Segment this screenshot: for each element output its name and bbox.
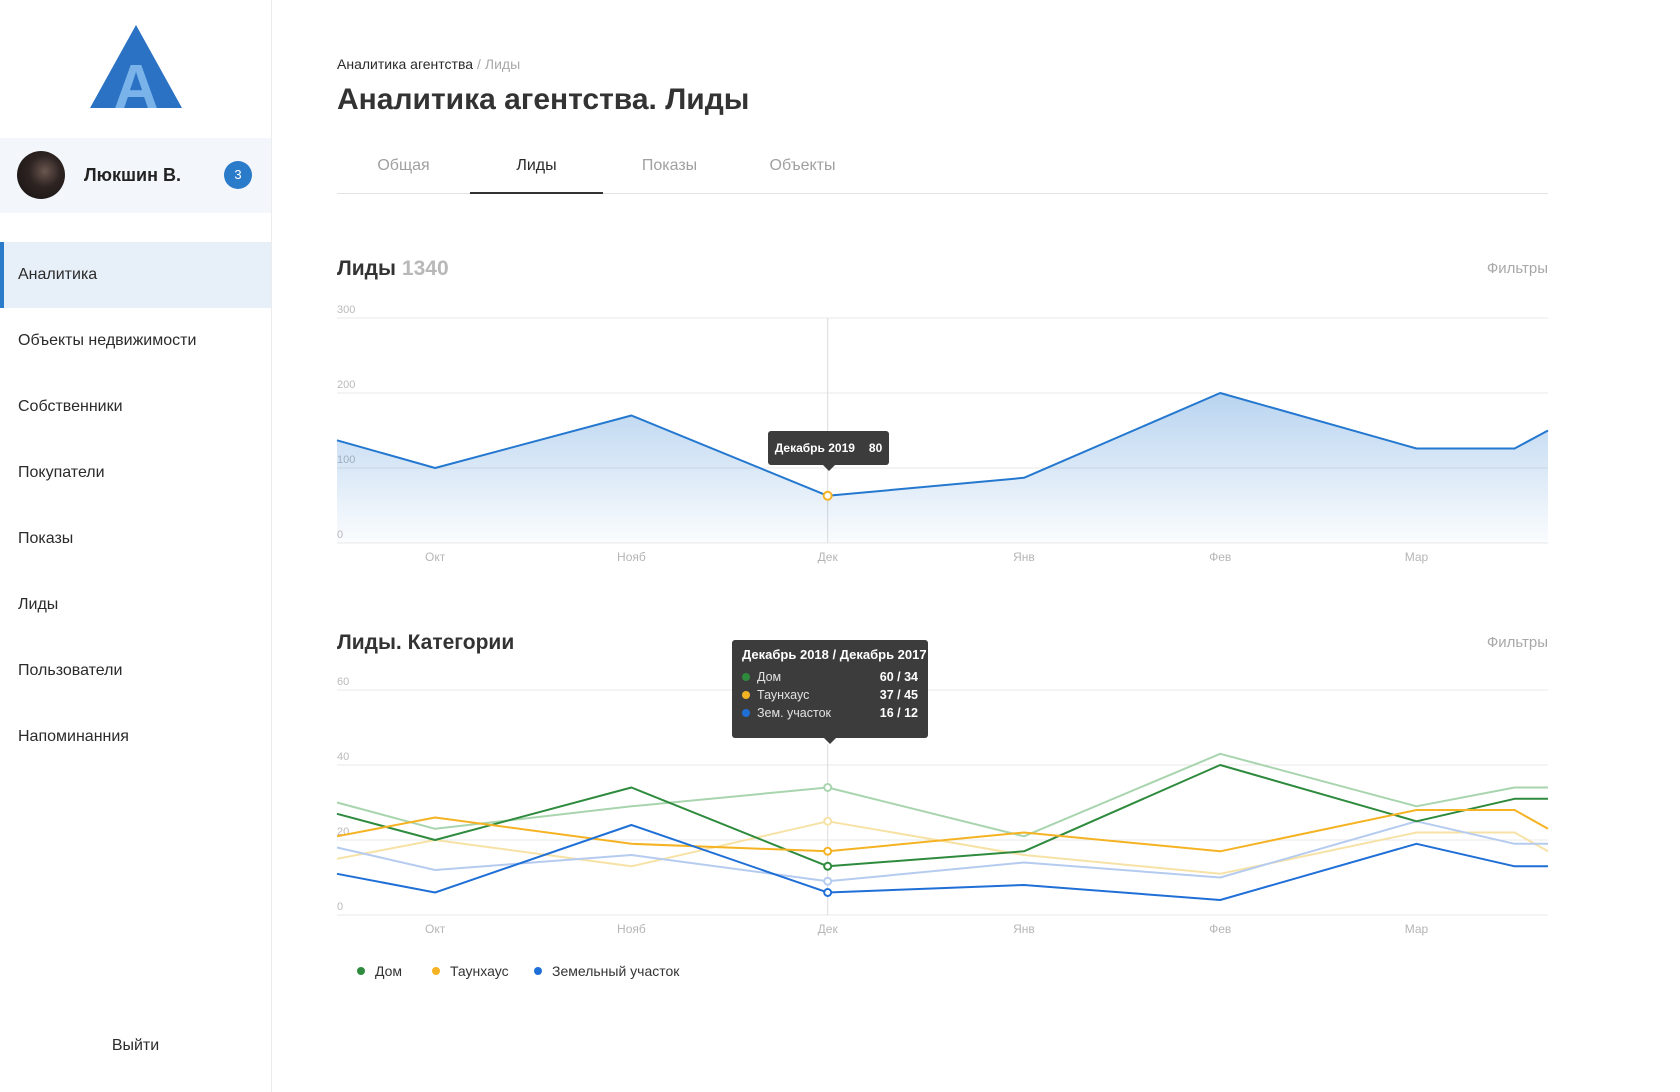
leads-chart[interactable]: 0100200300ОктНоябДекЯнвФевМар bbox=[300, 295, 1570, 580]
leads-total: 1340 bbox=[401, 257, 449, 280]
sidebar-item-leads[interactable]: Лиды bbox=[0, 572, 271, 638]
categories-tooltip-title: Декабрь 2018 / Декабрь 2017 bbox=[742, 647, 927, 662]
legend-item-house[interactable]: Дом bbox=[357, 961, 402, 981]
highlight-point-previous bbox=[823, 783, 833, 792]
breadcrumb-current: Лиды bbox=[484, 56, 521, 72]
y-tick-label: 300 bbox=[337, 304, 355, 316]
sidebar-item-owners[interactable]: Собственники bbox=[0, 374, 271, 440]
tooltip-dot bbox=[742, 673, 750, 681]
breadcrumb-separator: / bbox=[477, 56, 481, 72]
tooltip-row: Дом 60 / 34 bbox=[742, 668, 918, 686]
legend-label: Дом bbox=[375, 963, 403, 979]
x-tick-label: Янв bbox=[1013, 550, 1035, 564]
tab-bar: Общая Лиды Показы Объекты bbox=[337, 148, 1548, 194]
x-tick-label: Окт bbox=[425, 922, 446, 936]
categories-section-title: Лиды. Категории bbox=[337, 631, 515, 654]
sidebar-item-analytics[interactable]: Аналитика bbox=[0, 242, 271, 308]
highlight-point bbox=[823, 861, 833, 871]
leads-highlight-point bbox=[822, 490, 833, 501]
user-panel[interactable]: Люкшин В. 3 bbox=[0, 138, 271, 213]
legend-dot bbox=[534, 967, 542, 975]
highlight-point-previous bbox=[823, 876, 833, 886]
x-tick-label: Окт bbox=[425, 550, 446, 564]
highlight-point bbox=[823, 888, 833, 897]
leads-section-title: Лиды 1340 bbox=[337, 257, 449, 281]
legend-label: Таунхаус bbox=[450, 963, 509, 979]
categories-tooltip: Декабрь 2018 / Декабрь 2017 Дом 60 / 34 … bbox=[732, 640, 928, 744]
tab-objects[interactable]: Объекты bbox=[736, 148, 869, 193]
breadcrumb: Аналитика агентства / Лиды bbox=[337, 56, 520, 72]
x-tick-label: Нояб bbox=[617, 550, 646, 564]
logout-button[interactable]: Выйти bbox=[0, 1034, 271, 1058]
y-tick-label: 60 bbox=[337, 676, 349, 688]
legend-item-townhouse[interactable]: Таунхаус bbox=[432, 961, 509, 981]
tooltip-row-label: Дом bbox=[757, 670, 782, 684]
tooltip-row: Таунхаус 37 / 45 bbox=[742, 686, 918, 704]
sidebar-item-showings[interactable]: Показы bbox=[0, 506, 271, 572]
leads-filters-button[interactable]: Фильтры bbox=[1487, 259, 1548, 279]
legend-dot bbox=[357, 967, 365, 975]
sidebar-nav: Аналитика Объекты недвижимости Собственн… bbox=[0, 242, 271, 770]
highlight-point-previous bbox=[823, 816, 833, 826]
tooltip-row-value: 37 / 45 bbox=[879, 688, 918, 702]
categories-chart[interactable]: 0204060Окт Нояб Дек Янв Фев Мар bbox=[300, 665, 1570, 945]
tooltip-row-label: Таунхаус bbox=[757, 688, 810, 702]
logo-icon: A bbox=[90, 25, 182, 111]
highlight-point bbox=[823, 846, 833, 856]
x-tick-label: Фев bbox=[1209, 550, 1231, 564]
avatar[interactable] bbox=[17, 151, 65, 199]
logo-letter: A bbox=[114, 53, 159, 111]
leads-tooltip: Декабрь 2019 80 bbox=[768, 431, 889, 471]
logo[interactable]: A bbox=[86, 25, 186, 111]
y-tick-label: 200 bbox=[337, 379, 355, 391]
sidebar-item-users[interactable]: Пользователи bbox=[0, 638, 271, 704]
leads-tooltip-label: Декабрь 2019 bbox=[774, 441, 855, 455]
y-tick-label: 0 bbox=[337, 901, 343, 913]
x-tick-label: Дек bbox=[818, 550, 839, 564]
tooltip-row-value: 16 / 12 bbox=[879, 706, 918, 720]
leads-tooltip-value: 80 bbox=[868, 441, 883, 455]
sidebar-item-reminders[interactable]: Напоминанния bbox=[0, 704, 271, 770]
tab-general[interactable]: Общая bbox=[337, 148, 470, 193]
notification-badge[interactable]: 3 bbox=[224, 161, 252, 189]
leads-title: Лиды bbox=[337, 257, 396, 280]
x-tick-label: Фев bbox=[1209, 922, 1231, 936]
tooltip-row-label: Зем. участок bbox=[757, 706, 832, 720]
user-name: Люкшин В. bbox=[84, 165, 181, 185]
x-tick-label: Янв bbox=[1013, 922, 1035, 936]
legend-item-land[interactable]: Земельный участок bbox=[534, 961, 679, 981]
x-tick-label: Нояб bbox=[617, 922, 646, 936]
tab-showings[interactable]: Показы bbox=[603, 148, 736, 193]
categories-tooltip-rows: Дом 60 / 34 Таунхаус 37 / 45 Зем. участо… bbox=[742, 668, 918, 722]
sidebar-item-buyers[interactable]: Покупатели bbox=[0, 440, 271, 506]
breadcrumb-parent-link[interactable]: Аналитика агентства bbox=[337, 56, 473, 72]
categories-filters-button[interactable]: Фильтры bbox=[1487, 633, 1548, 653]
x-tick-label: Мар bbox=[1405, 550, 1429, 564]
page-title: Аналитика агентства. Лиды bbox=[337, 83, 750, 116]
tooltip-row: Зем. участок 16 / 12 bbox=[742, 704, 918, 722]
legend-label: Земельный участок bbox=[552, 963, 680, 979]
tooltip-row-value: 60 / 34 bbox=[879, 670, 918, 684]
sidebar: A Люкшин В. 3 Аналитика Объекты недвижим… bbox=[0, 0, 272, 1092]
series-line-previous bbox=[336, 752, 1548, 838]
tooltip-dot bbox=[742, 709, 750, 717]
x-tick-label: Мар bbox=[1405, 922, 1429, 936]
legend-dot bbox=[432, 967, 440, 975]
y-tick-label: 40 bbox=[337, 751, 349, 763]
x-tick-label: Дек bbox=[818, 922, 839, 936]
tab-leads[interactable]: Лиды bbox=[470, 148, 603, 194]
sidebar-item-properties[interactable]: Объекты недвижимости bbox=[0, 308, 271, 374]
tooltip-dot bbox=[742, 691, 750, 699]
